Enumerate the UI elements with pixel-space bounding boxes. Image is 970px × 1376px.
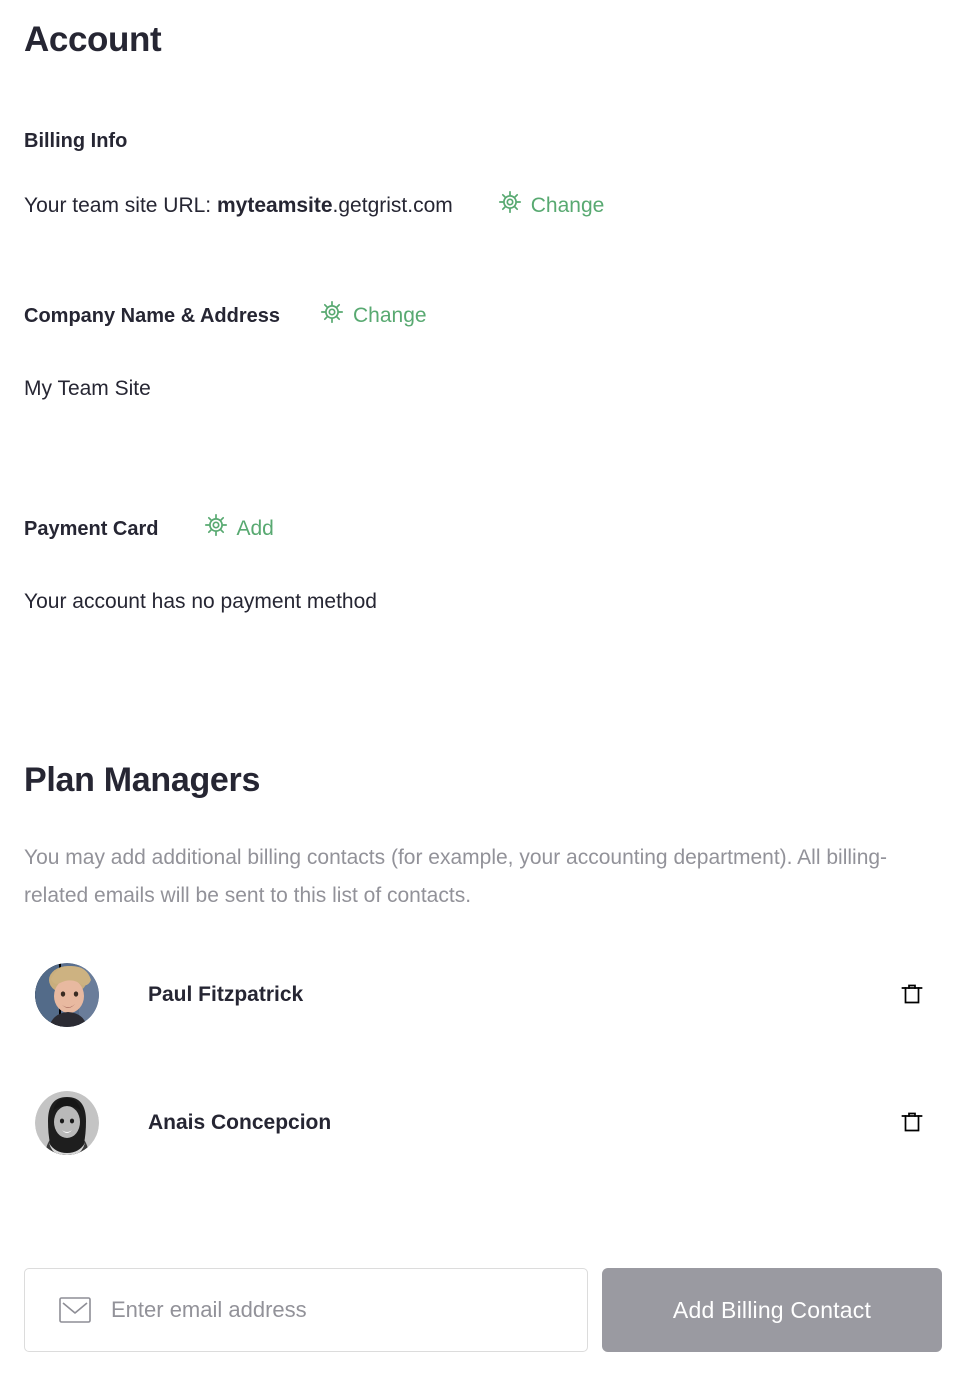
billing-contacts-list: Paul Fitzpatrick Anais Concepcion (24, 958, 946, 1160)
payment-card-section: Payment Card Add Your account has no pay… (24, 513, 946, 616)
gear-icon (498, 190, 522, 222)
avatar (35, 963, 99, 1027)
company-heading-row: Company Name & Address Change (24, 300, 946, 332)
list-item: Paul Fitzpatrick (24, 958, 946, 1032)
email-field[interactable] (111, 1297, 569, 1323)
change-company-link[interactable]: Change (320, 300, 427, 332)
page-title: Account (24, 20, 162, 59)
payment-card-heading: Payment Card (24, 518, 159, 540)
billing-info-heading: Billing Info (24, 130, 128, 152)
plan-managers-heading: Plan Managers (24, 761, 261, 799)
gear-icon (320, 300, 344, 332)
billing-info-section: Billing Info Your team site URL: myteams… (24, 128, 946, 222)
email-field-wrapper[interactable] (24, 1268, 588, 1352)
team-site-url-subdomain: myteamsite (216, 194, 333, 217)
team-site-url-row: Your team site URL: myteamsite.getgrist.… (24, 190, 946, 222)
add-billing-contact-row: Add Billing Contact (24, 1268, 946, 1352)
add-payment-card-label: Add (236, 517, 274, 540)
list-item: Anais Concepcion (24, 1086, 946, 1160)
trash-icon (900, 981, 924, 1010)
plan-managers-section: Plan Managers You may add additional bil… (24, 758, 946, 1160)
add-billing-contact-button[interactable]: Add Billing Contact (602, 1268, 942, 1352)
contact-name: Anais Concepcion (148, 1111, 332, 1134)
company-section: Company Name & Address Change My Team Si… (24, 300, 946, 403)
account-billing-page: Account Billing Info Your team site URL:… (0, 0, 970, 1376)
remove-contact-button[interactable] (898, 981, 926, 1009)
remove-contact-button[interactable] (898, 1109, 926, 1137)
payment-card-value: Your account has no payment method (24, 590, 377, 613)
company-heading: Company Name & Address (24, 305, 280, 327)
change-team-site-url-label: Change (530, 194, 605, 217)
team-site-url-label: Your team site URL: (24, 194, 217, 217)
team-site-url-domain: .getgrist.com (332, 194, 453, 217)
avatar (35, 1091, 99, 1155)
change-team-site-url-link[interactable]: Change (498, 190, 605, 222)
payment-card-heading-row: Payment Card Add (24, 513, 946, 545)
company-name-value: My Team Site (24, 377, 151, 400)
envelope-icon (59, 1297, 91, 1323)
trash-icon (900, 1109, 924, 1138)
gear-icon (204, 513, 228, 545)
plan-managers-description: You may add additional billing contacts … (24, 846, 888, 907)
add-payment-card-link[interactable]: Add (204, 513, 274, 545)
change-company-label: Change (353, 304, 427, 327)
team-site-url-text: Your team site URL: myteamsite.getgrist.… (24, 192, 453, 220)
contact-name: Paul Fitzpatrick (148, 983, 304, 1006)
